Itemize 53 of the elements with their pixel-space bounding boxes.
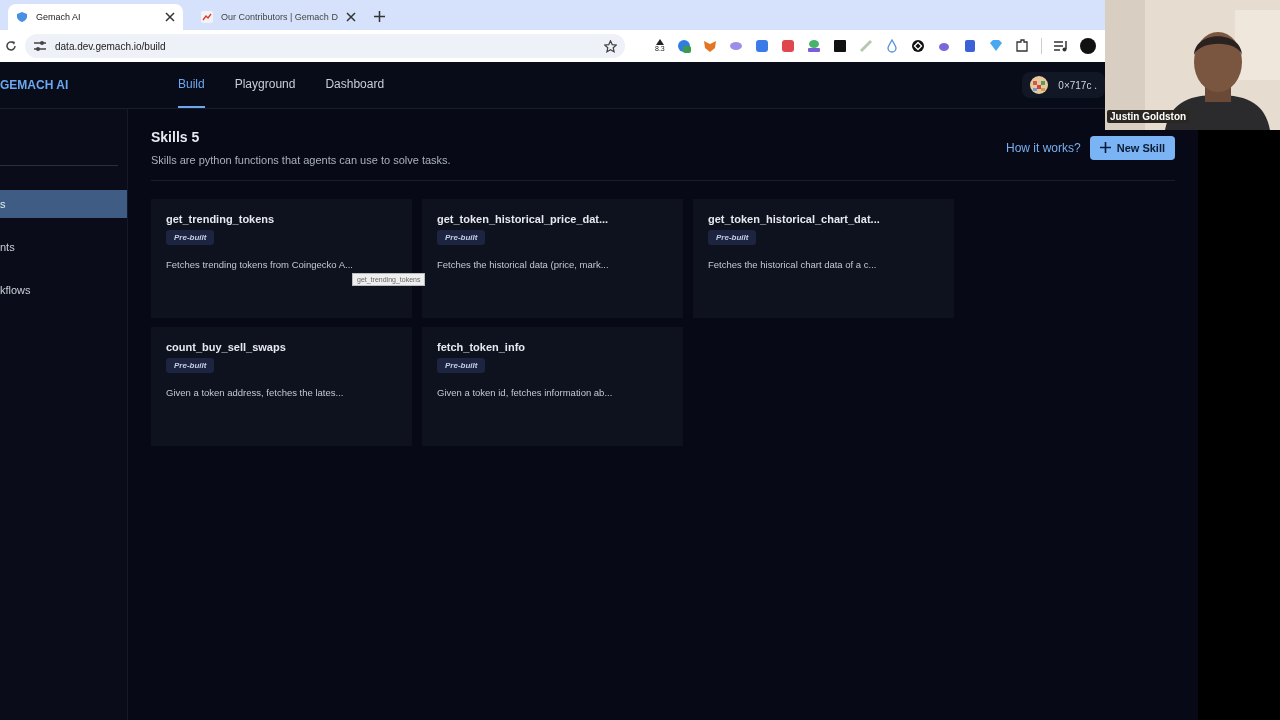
skill-description: Given a token id, fetches information ab... — [437, 387, 614, 398]
address-field[interactable]: data.dev.gemach.io/build — [25, 34, 625, 58]
page-title: Skills 5 — [151, 129, 201, 145]
tab-title: Our Contributors | Gemach D — [221, 12, 338, 22]
close-icon[interactable] — [345, 12, 356, 22]
nav-tab[interactable]: Playground — [234, 62, 296, 108]
skill-card[interactable]: get_token_historical_price_dat... Pre-built Fetches the historical data (price, mark... — [422, 199, 683, 318]
browser-tab[interactable]: Gemach AI — [8, 4, 183, 30]
triangle-icon — [655, 39, 664, 45]
skill-name: fetch_token_info — [437, 341, 526, 353]
new-skill-button[interactable]: New Skill — [1089, 135, 1175, 160]
help-link[interactable]: How it works? — [1006, 140, 1081, 155]
plus-icon — [1099, 142, 1111, 153]
sidebar-item[interactable]: kflows — [0, 276, 127, 304]
star-icon[interactable] — [604, 39, 617, 53]
nav-tab[interactable]: Build — [178, 62, 205, 108]
profile-avatar-icon[interactable] — [1079, 38, 1096, 54]
tab-title: Gemach AI — [36, 12, 82, 22]
nav-tab[interactable]: Dashboard — [325, 62, 385, 108]
skill-card[interactable]: count_buy_sell_swaps Pre-built Given a token address, fetches the lates... — [151, 327, 412, 446]
avatar-icon — [1030, 76, 1049, 94]
logo-text: GEMACH AI — [0, 78, 70, 92]
extension-icon[interactable] — [1014, 39, 1029, 53]
skill-card[interactable]: get_token_historical_chart_dat... Pre-built Fetches the historical chart data of a c... — [693, 199, 954, 318]
skill-description: Fetches trending tokens from Coingecko A... — [166, 259, 354, 270]
shield-icon — [16, 11, 28, 23]
extension-icon[interactable] — [832, 39, 847, 53]
skill-name: get_token_historical_price_dat... — [437, 213, 610, 225]
chart-icon — [201, 11, 213, 23]
video-caption: Justin Goldston — [1107, 110, 1190, 123]
prebuilt-tag: Pre-built — [437, 230, 486, 245]
skill-name: get_token_historical_chart_dat... — [708, 213, 881, 225]
prebuilt-tag: Pre-built — [166, 358, 215, 373]
skill-description: Given a token address, fetches the lates... — [166, 387, 345, 398]
prebuilt-tag: Pre-built — [166, 230, 215, 245]
skill-card[interactable]: fetch_token_info Pre-built Given a token id, fetches information ab... — [422, 327, 683, 446]
prebuilt-tag: Pre-built — [708, 230, 757, 245]
skill-description: Fetches the historical chart data of a c... — [708, 259, 878, 270]
new-tab-icon[interactable] — [373, 11, 385, 22]
wallet-button[interactable]: 0×717c . — [1022, 72, 1105, 98]
skill-name: count_buy_sell_swaps — [166, 341, 287, 353]
prebuilt-tag: Pre-built — [437, 358, 486, 373]
reload-icon[interactable] — [5, 40, 17, 52]
extension-icon[interactable] — [910, 39, 925, 53]
site-settings-icon[interactable] — [33, 40, 47, 52]
media-controls-icon[interactable] — [1053, 40, 1068, 52]
skill-name: get_trending_tokens — [166, 213, 276, 225]
sidebar-item[interactable]: nts — [0, 233, 127, 261]
close-icon[interactable] — [165, 12, 175, 22]
sidebar-item[interactable]: s — [0, 190, 127, 218]
browser-tab[interactable]: Our Contributors | Gemach D — [193, 4, 364, 30]
skill-description: Fetches the historical data (price, mark... — [437, 259, 610, 270]
page-subtitle: Skills are python functions that agents can use to solve tasks. — [151, 154, 451, 166]
